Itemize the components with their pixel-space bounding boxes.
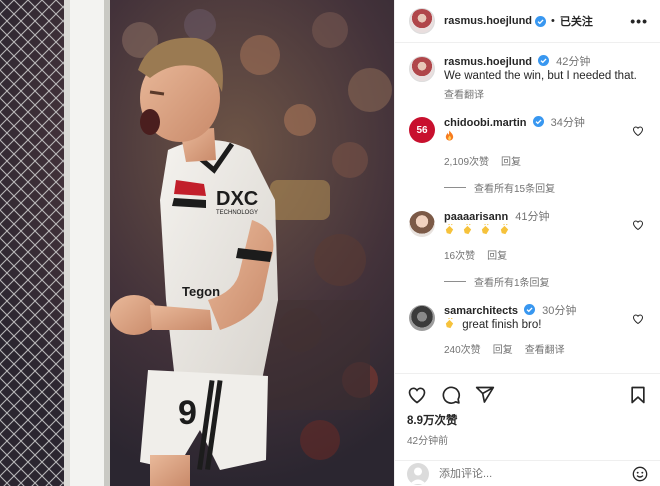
fire-emoji-icon — [445, 130, 454, 141]
reply-button[interactable]: 回复 — [493, 341, 513, 356]
clap-emoji-icon — [482, 224, 490, 235]
verified-badge-icon — [532, 116, 544, 127]
like-count[interactable]: 8.9万次赞 — [407, 412, 648, 428]
comment-text — [444, 224, 646, 238]
comment-item: samarchitects 30分钟 great finish bro! 240… — [409, 304, 646, 356]
follow-status[interactable]: 已关注 — [560, 13, 593, 29]
replies-divider — [444, 187, 466, 188]
author-avatar[interactable] — [409, 8, 435, 34]
smiley-icon[interactable] — [632, 466, 648, 482]
comment-likes[interactable]: 16次赞 — [444, 247, 475, 262]
comment-likes[interactable]: 240次赞 — [444, 341, 481, 356]
post-header: rasmus.hoejlund • 已关注 ••• — [395, 0, 660, 43]
shirt-number: 9 — [178, 394, 197, 432]
shirt-sponsor: DXC — [216, 188, 258, 210]
post-caption: rasmus.hoejlund 42分钟 We wanted the win, … — [409, 55, 646, 101]
verified-badge-icon — [524, 304, 536, 315]
post-timestamp: 42分钟前 — [407, 436, 449, 447]
my-avatar — [407, 462, 429, 485]
comment-text — [444, 130, 646, 144]
clap-emoji-icon — [445, 318, 454, 329]
reply-button[interactable]: 回复 — [501, 153, 521, 168]
action-icon-row — [407, 380, 648, 410]
post-sidebar: rasmus.hoejlund • 已关注 ••• rasmus.hoejlun… — [394, 0, 660, 486]
clap-emoji-icon — [500, 224, 508, 235]
comment-time: 34分钟 — [550, 117, 585, 129]
view-replies-button[interactable]: 查看所有15条回复 — [444, 180, 646, 195]
heart-icon[interactable] — [407, 385, 427, 405]
post-actions: 8.9万次赞 42分钟前 — [395, 373, 660, 469]
comment-likes[interactable]: 2,109次赞 — [444, 153, 489, 168]
default-avatar-icon — [410, 467, 426, 484]
caption-text: We wanted the win, but I needed that. — [444, 70, 637, 82]
translate-link[interactable]: 查看翻译 — [444, 86, 484, 101]
comment-item: paaaarisann 41分钟 16次赞 回复 — [409, 210, 646, 262]
comment-composer — [395, 460, 660, 486]
comment-username[interactable]: chidoobi.martin — [444, 117, 527, 129]
shirt-sponsor-sub: TECHNOLOGY — [216, 210, 258, 216]
comments-list[interactable]: rasmus.hoejlund 42分钟 We wanted the win, … — [395, 43, 660, 370]
bookmark-icon[interactable] — [628, 385, 648, 405]
view-replies-label: 查看所有15条回复 — [474, 184, 556, 195]
separator-dot: • — [551, 15, 555, 27]
instagram-post-window: DXC TECHNOLOGY Tegon 9 rasmus.hoejlund •… — [0, 0, 660, 486]
caption-username[interactable]: rasmus.hoejlund — [444, 56, 532, 68]
more-options-button[interactable]: ••• — [626, 13, 652, 29]
comment-time: 30分钟 — [542, 305, 577, 317]
replies-divider — [444, 281, 466, 282]
view-replies-label: 查看所有1条回复 — [474, 278, 550, 289]
author-avatar[interactable] — [409, 56, 435, 82]
share-icon[interactable] — [475, 385, 495, 405]
commenter-avatar[interactable] — [409, 211, 435, 237]
post-photo: DXC TECHNOLOGY Tegon 9 — [0, 0, 394, 486]
reply-button[interactable]: 回复 — [487, 247, 507, 262]
comment-text: great finish bro! — [444, 318, 646, 332]
heart-icon[interactable] — [632, 125, 644, 137]
shirt-lower-sponsor: Tegon — [182, 284, 220, 299]
commenter-avatar[interactable]: 56 — [409, 117, 435, 143]
translate-link[interactable]: 查看翻译 — [525, 341, 565, 356]
clap-emoji-icon — [445, 224, 454, 235]
heart-icon[interactable] — [632, 313, 644, 325]
comment-text-content: great finish bro! — [462, 319, 542, 331]
caption-time: 42分钟 — [556, 56, 591, 68]
commenter-avatar[interactable] — [409, 305, 435, 331]
verified-badge-icon — [538, 55, 550, 66]
comment-icon[interactable] — [441, 385, 461, 405]
clap-emoji-icon — [464, 224, 472, 235]
view-replies-button[interactable]: 查看所有1条回复 — [444, 274, 646, 289]
verified-badge-icon — [535, 15, 547, 27]
comment-username[interactable]: paaaarisann — [444, 211, 508, 223]
heart-icon[interactable] — [632, 219, 644, 231]
avatar-number: 56 — [416, 124, 428, 136]
comment-item: 56 chidoobi.martin 34分钟 2,109次赞 回复 — [409, 116, 646, 168]
author-username[interactable]: rasmus.hoejlund — [444, 15, 532, 27]
comment-username[interactable]: samarchitects — [444, 305, 518, 317]
comment-time: 41分钟 — [515, 211, 550, 223]
comment-input[interactable] — [439, 467, 632, 480]
